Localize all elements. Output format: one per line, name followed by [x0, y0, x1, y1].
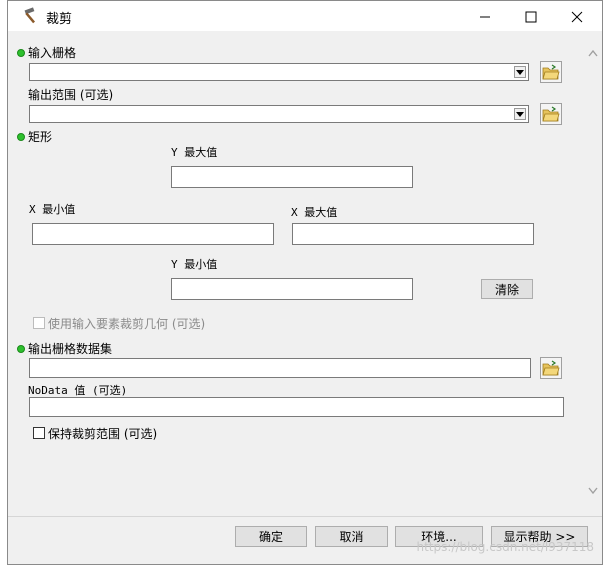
output-extent-combo[interactable]	[29, 105, 529, 123]
maximize-icon	[525, 11, 537, 22]
ok-button[interactable]: 确定	[235, 526, 307, 547]
open-folder-icon	[542, 106, 560, 122]
nodata-input[interactable]	[29, 397, 564, 417]
x-min-input[interactable]	[32, 223, 274, 245]
browse-output-raster-button[interactable]	[540, 357, 562, 379]
watermark-text: https://blog.csdn.net/l937118	[416, 540, 594, 554]
close-button[interactable]	[554, 2, 600, 31]
input-raster-label: 输入栅格	[28, 46, 77, 60]
chevron-down-icon[interactable]	[514, 108, 526, 120]
window-title: 裁剪	[46, 12, 73, 27]
vertical-scrollbar[interactable]	[584, 31, 602, 516]
chevron-up-icon[interactable]	[588, 49, 598, 57]
browse-output-extent-button[interactable]	[540, 103, 562, 125]
close-icon	[571, 11, 583, 22]
output-raster-input[interactable]	[29, 358, 531, 378]
x-min-label: X 最小值	[29, 203, 76, 216]
y-min-label: Y 最小值	[171, 258, 218, 271]
x-max-label: X 最大值	[291, 206, 338, 219]
open-folder-icon	[542, 64, 560, 80]
maximize-button[interactable]	[508, 2, 554, 31]
browse-input-raster-button[interactable]	[540, 61, 562, 83]
use-features-checkbox[interactable]	[33, 317, 45, 329]
required-bullet	[17, 133, 25, 141]
output-extent-label: 输出范围 (可选)	[28, 88, 114, 102]
minimize-button[interactable]	[462, 2, 508, 31]
open-folder-icon	[542, 360, 560, 376]
clear-button[interactable]: 清除	[481, 279, 533, 299]
parameter-panel: 输入栅格 输出范围 (可选) 矩形 Y 最大值 X 最小值 X 最大值 Y 最小…	[8, 31, 602, 516]
input-raster-combo[interactable]	[29, 63, 529, 81]
nodata-label: NoData 值 (可选)	[28, 384, 128, 397]
maintain-extent-checkbox[interactable]	[33, 427, 45, 439]
y-min-input[interactable]	[171, 278, 413, 300]
output-raster-label: 输出栅格数据集	[28, 342, 113, 356]
x-max-input[interactable]	[292, 223, 534, 245]
button-bar: 确定 取消 环境... 显示帮助 >> https://blog.csdn.ne…	[8, 516, 602, 564]
chevron-down-icon[interactable]	[514, 66, 526, 78]
use-features-label: 使用输入要素裁剪几何 (可选)	[48, 317, 206, 331]
maintain-extent-label: 保持裁剪范围 (可选)	[48, 427, 158, 441]
hammer-icon	[24, 7, 36, 24]
chevron-down-icon[interactable]	[588, 487, 598, 495]
title-bar: 裁剪	[8, 1, 602, 31]
cancel-button[interactable]: 取消	[315, 526, 388, 547]
rectangle-label: 矩形	[28, 130, 53, 144]
minimize-icon	[480, 16, 490, 17]
required-bullet	[17, 345, 25, 353]
y-max-input[interactable]	[171, 166, 413, 188]
required-bullet	[17, 49, 25, 57]
y-max-label: Y 最大值	[171, 146, 218, 159]
